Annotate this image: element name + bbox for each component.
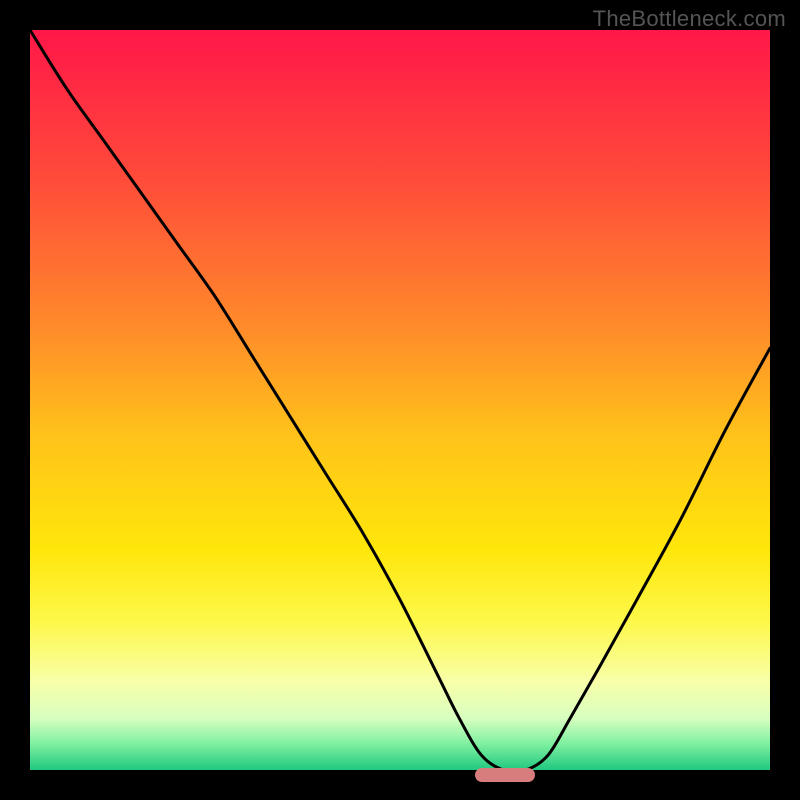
chart-svg (0, 0, 800, 800)
watermark: TheBottleneck.com (593, 6, 786, 32)
plot-area (30, 30, 770, 770)
chart-container: { "watermark": "TheBottleneck.com", "gra… (0, 0, 800, 800)
optimum-marker (475, 768, 535, 782)
